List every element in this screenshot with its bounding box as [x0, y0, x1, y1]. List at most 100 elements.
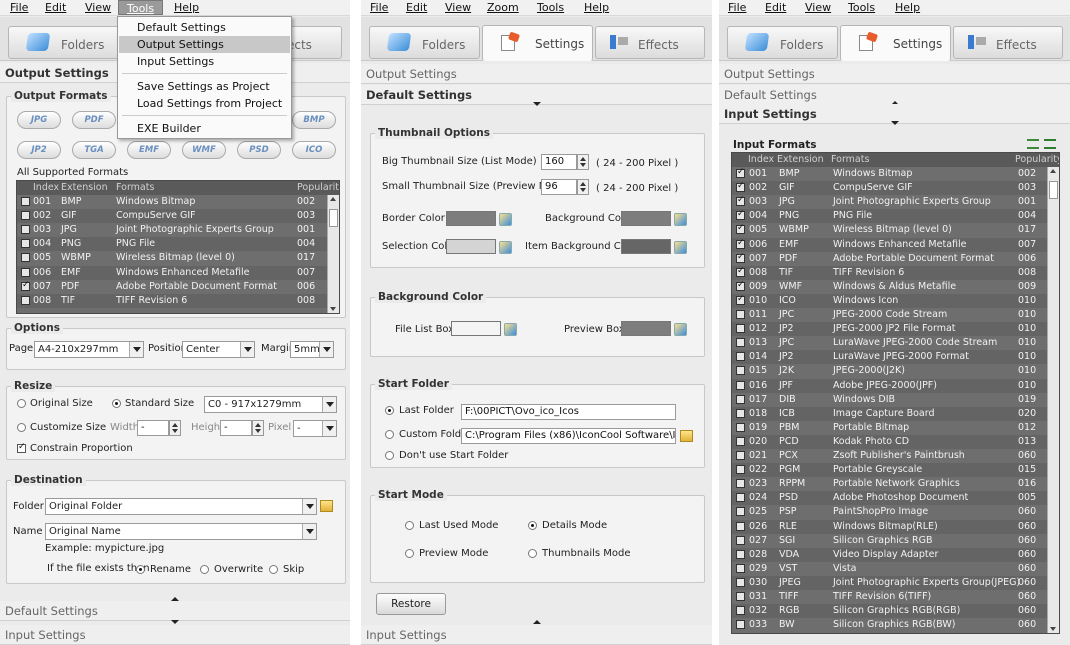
list-item[interactable]: 004 PNG PNG File 004	[17, 237, 327, 252]
row-checkbox[interactable]	[736, 394, 745, 404]
row-checkbox[interactable]	[21, 197, 30, 206]
section-header-input-settings[interactable]: Input Settings	[0, 625, 350, 645]
menu-item-save-settings-project[interactable]: Save Settings as Project	[119, 78, 290, 95]
format-button-psd[interactable]: PSD	[237, 141, 281, 159]
row-checkbox[interactable]	[21, 211, 30, 221]
expand-arrow-icon[interactable]	[171, 620, 179, 624]
rename-radio[interactable]	[136, 565, 145, 574]
item-background-color-swatch[interactable]	[621, 239, 671, 254]
menu-item-load-settings-project[interactable]: Load Settings from Project	[119, 95, 290, 112]
row-checkbox[interactable]	[736, 352, 745, 362]
height-input[interactable]: -	[220, 420, 252, 436]
list-item[interactable]: 013 JPC LuraWave JPEG-2000 Code Stream 010	[732, 336, 1047, 350]
list-scrollbar[interactable]	[1047, 167, 1059, 633]
list-item[interactable]: 003 JPG Joint Photographic Experts Group 00…	[732, 195, 1047, 209]
overwrite-radio[interactable]	[200, 565, 209, 574]
list-item[interactable]: 014 JP2 LuraWave JPEG-2000 Format 010	[732, 350, 1047, 365]
row-checkbox[interactable]	[21, 253, 30, 263]
row-checkbox[interactable]	[736, 366, 745, 376]
list-item[interactable]: 005 WBMP Wireless Bitmap (level 0) 017	[17, 251, 327, 265]
color-picker-icon[interactable]	[674, 323, 687, 336]
col-formats[interactable]: Formats	[831, 154, 869, 165]
list-item[interactable]: 032 RGB Silicon Graphics RGB(RGB) 060	[732, 604, 1047, 619]
big-thumbnail-spinner[interactable]	[577, 154, 589, 170]
list-scrollbar[interactable]	[327, 195, 339, 313]
row-checkbox[interactable]	[736, 507, 745, 517]
list-item[interactable]: 002 GIF CompuServe GIF 003	[732, 181, 1047, 196]
row-checkbox[interactable]	[21, 239, 30, 249]
row-checkbox[interactable]	[736, 577, 745, 587]
menu-tools[interactable]: Tools	[537, 1, 564, 14]
row-checkbox[interactable]	[736, 167, 745, 178]
browse-folder-icon[interactable]	[320, 500, 333, 512]
color-picker-icon[interactable]	[674, 241, 687, 254]
list-item[interactable]: 033 BW Silicon Graphics RGB(BW) 060	[732, 618, 1047, 632]
list-item[interactable]: 031 TIFF TIFF Revision 6(TIFF) 060	[732, 590, 1047, 604]
row-checkbox[interactable]	[736, 535, 745, 545]
list-item[interactable]: 016 JPF Adobe JPEG-2000(JPF) 010	[732, 378, 1047, 393]
menu-view[interactable]: View	[85, 1, 111, 14]
row-checkbox[interactable]	[736, 294, 745, 305]
page-size-select[interactable]: A4-210x297mm	[34, 341, 144, 358]
tab-folders[interactable]: Folders	[369, 26, 480, 59]
row-checkbox[interactable]	[736, 324, 745, 334]
menu-tools[interactable]: Tools	[118, 0, 164, 15]
margin-select[interactable]: 5mm	[290, 341, 334, 358]
menu-file[interactable]: File	[370, 1, 388, 14]
list-item[interactable]: 002 GIF CompuServe GIF 003	[17, 209, 327, 224]
format-button-jpg[interactable]: JPG	[17, 111, 61, 129]
preview-mode-radio[interactable]	[405, 549, 414, 558]
row-checkbox[interactable]	[736, 592, 745, 601]
row-checkbox[interactable]	[736, 280, 745, 291]
row-checkbox[interactable]	[736, 223, 745, 235]
skip-radio[interactable]	[269, 565, 278, 574]
list-item[interactable]: 026 RLE Windows Bitmap(RLE) 060	[732, 519, 1047, 534]
background-color-swatch[interactable]	[621, 211, 671, 226]
list-item[interactable]: 003 JPG Joint Photographic Experts Group 00…	[17, 223, 327, 237]
list-item[interactable]: 005 WBMP Wireless Bitmap (level 0) 017	[732, 223, 1047, 237]
preview-box-swatch[interactable]	[621, 321, 671, 336]
row-checkbox[interactable]	[736, 549, 745, 559]
menu-edit[interactable]: Edit	[45, 1, 66, 14]
last-used-mode-radio[interactable]	[405, 521, 414, 530]
col-extension[interactable]: Extension	[777, 154, 824, 165]
section-header-input-settings[interactable]: Input Settings	[361, 625, 712, 645]
expand-arrow-icon[interactable]	[890, 121, 899, 125]
row-checkbox[interactable]	[736, 380, 745, 390]
color-picker-icon[interactable]	[499, 241, 512, 254]
menu-edit[interactable]: Edit	[765, 1, 786, 14]
list-item[interactable]: 029 VST Vista 060	[732, 562, 1047, 576]
format-button-wmf[interactable]: WMF	[182, 141, 226, 159]
menu-file[interactable]: File	[728, 1, 746, 14]
menu-tools[interactable]: Tools	[848, 1, 875, 14]
col-popularity[interactable]: Popularity	[1015, 154, 1059, 165]
row-checkbox[interactable]	[736, 338, 745, 348]
width-spinner[interactable]	[169, 420, 181, 436]
list-item[interactable]: 007 PDF Adobe Portable Document Format 006	[732, 252, 1047, 266]
menu-item-default-settings[interactable]: Default Settings	[119, 19, 290, 36]
col-extension[interactable]: Extension	[61, 182, 108, 193]
list-item[interactable]: 001 BMP Windows Bitmap 002	[17, 195, 327, 209]
row-checkbox[interactable]	[736, 465, 745, 475]
menu-zoom[interactable]: Zoom	[487, 1, 519, 14]
list-item[interactable]: 017 DIB Windows DIB 019	[732, 393, 1047, 407]
list-item[interactable]: 027 SGI Silicon Graphics RGB 060	[732, 534, 1047, 548]
col-popularity[interactable]: Popularity	[297, 182, 339, 193]
row-checkbox[interactable]	[736, 521, 745, 531]
row-checkbox[interactable]	[736, 195, 745, 207]
list-item[interactable]: 018 ICB Image Capture Board 020	[732, 406, 1047, 421]
tab-settings[interactable]: Settings	[482, 25, 593, 61]
menu-help[interactable]: Help	[584, 1, 609, 14]
constrain-proportion-checkbox[interactable]	[17, 442, 26, 453]
tab-effects[interactable]: Effects	[953, 26, 1063, 59]
standard-size-radio[interactable]	[112, 399, 121, 408]
row-checkbox[interactable]	[736, 408, 745, 418]
destination-name-select[interactable]: Original Name	[45, 523, 317, 540]
row-checkbox[interactable]	[736, 493, 745, 503]
menu-view[interactable]: View	[805, 1, 831, 14]
menu-edit[interactable]: Edit	[406, 1, 427, 14]
list-item[interactable]: 025 PSP PaintShopPro Image 060	[732, 505, 1047, 519]
list-item[interactable]: 024 PSD Adobe Photoshop Document 005	[732, 491, 1047, 506]
row-checkbox[interactable]	[736, 266, 745, 277]
pixel-unit-select[interactable]: -	[293, 420, 337, 437]
